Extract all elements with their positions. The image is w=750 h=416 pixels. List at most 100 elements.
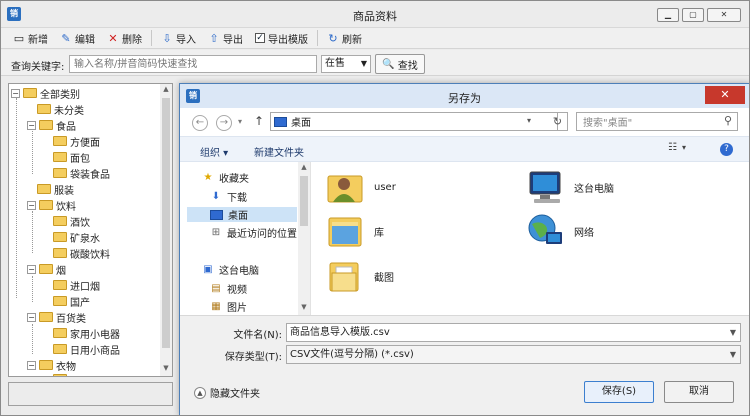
tree-item[interactable]: 未分类: [37, 102, 84, 117]
filetype-select[interactable]: CSV文件(逗号分隔) (*.csv) ▼: [286, 345, 741, 364]
tree-item[interactable]: 日用小商品: [53, 342, 120, 357]
collapse-icon[interactable]: −: [27, 360, 36, 370]
help-button[interactable]: ?: [720, 143, 733, 156]
collapse-icon[interactable]: −: [11, 88, 20, 98]
import-button[interactable]: ⇩ 导入: [155, 28, 202, 48]
scroll-up-icon[interactable]: ▲: [160, 85, 172, 93]
edit-button[interactable]: ✎ 编辑: [54, 28, 101, 48]
tree-item[interactable]: − 饮料: [27, 198, 76, 213]
main-window: 销 商品资料 ▁ ▢ ✕ ▭ 新增 ✎ 编辑 ✕ 删除 ⇩ 导入 ⇧ 导出 ✓ 导出模版 ↻…: [0, 0, 750, 416]
nav-item-downloads[interactable]: ⬇ 下载: [210, 189, 247, 205]
file-item-network[interactable]: 网络: [526, 212, 594, 250]
tree-item[interactable]: 进口烟: [53, 278, 100, 293]
find-button[interactable]: 🔍 查找: [375, 54, 425, 74]
maximize-button[interactable]: ▢: [682, 8, 704, 22]
tree-item[interactable]: 方便面: [53, 134, 100, 149]
tree-item[interactable]: 碳酸饮料: [53, 246, 110, 261]
search-input[interactable]: [69, 55, 317, 73]
folder-icon: [53, 296, 67, 306]
hide-folders-toggle[interactable]: ▲ 隐藏文件夹: [194, 385, 260, 400]
file-item-user[interactable]: user: [326, 168, 396, 206]
new-folder-button[interactable]: 新建文件夹: [254, 144, 304, 159]
tree-item[interactable]: 家用小电器: [53, 326, 120, 341]
tree-item[interactable]: − 烟: [27, 262, 66, 277]
new-button[interactable]: ▭ 新增: [7, 28, 54, 48]
folder-icon: [53, 280, 67, 290]
folder-icon: [39, 264, 53, 274]
folder-icon: [53, 168, 67, 178]
tree-item[interactable]: 面包: [53, 150, 90, 165]
up-button[interactable]: ↑: [254, 114, 264, 128]
history-dropdown[interactable]: ▾: [238, 117, 242, 126]
folder-icon: [39, 360, 53, 370]
nav-item-favorites[interactable]: ★ 收藏夹: [202, 170, 249, 186]
delete-x-icon: ✕: [108, 31, 118, 45]
folder-icon: [23, 88, 37, 98]
file-item-library[interactable]: 库: [326, 212, 384, 250]
view-options-button[interactable]: ☷ ▾: [668, 142, 686, 153]
scroll-down-icon[interactable]: ▼: [160, 364, 172, 372]
nav-item-desktop[interactable]: 桌面: [187, 207, 297, 222]
search-icon: ⚲: [723, 114, 732, 127]
scroll-thumb[interactable]: [300, 176, 308, 226]
close-button[interactable]: ✕: [707, 8, 741, 22]
back-button[interactable]: ←: [192, 115, 208, 131]
nav-item-this-pc[interactable]: ▣ 这台电脑: [202, 262, 259, 278]
nav-scrollbar[interactable]: ▲ ▼: [298, 162, 310, 315]
new-doc-icon: ▭: [13, 31, 25, 45]
tree-item[interactable]: − 食品: [27, 118, 76, 133]
chevron-up-icon: ▲: [194, 386, 206, 399]
scroll-up-icon[interactable]: ▲: [298, 163, 310, 171]
filename-input[interactable]: 商品信息导入模版.csv ▼: [286, 323, 741, 342]
filename-label: 文件名(N):: [233, 330, 282, 341]
recent-icon: ⊞: [211, 226, 221, 238]
refresh-button[interactable]: ↻ 刷新: [321, 28, 368, 48]
collapse-icon[interactable]: −: [27, 200, 36, 210]
status-select[interactable]: 在售 ▼: [321, 55, 371, 73]
search-icon: 🔍: [382, 58, 395, 70]
tree-item[interactable]: 服装: [37, 182, 74, 197]
export-template-button[interactable]: ✓ 导出模版: [249, 28, 314, 48]
forward-button[interactable]: →: [216, 115, 232, 131]
tree-scrollbar[interactable]: ▲ ▼: [160, 84, 172, 376]
folder-icon: [53, 136, 67, 146]
chevron-down-icon[interactable]: ▼: [730, 324, 736, 341]
folder-icon: [53, 232, 67, 242]
tree-item[interactable]: 袋装食品: [53, 166, 110, 181]
chevron-down-icon: ▼: [729, 350, 736, 359]
pencil-icon: ✎: [61, 31, 71, 45]
delete-button[interactable]: ✕ 删除: [101, 28, 148, 48]
refresh-button[interactable]: ↻: [548, 112, 568, 131]
checkbox-icon: ✓: [255, 33, 265, 43]
dialog-search-input[interactable]: 搜索"桌面" ⚲: [576, 112, 738, 131]
file-item-this-pc[interactable]: 这台电脑: [526, 168, 614, 206]
desktop-icon: [274, 116, 287, 127]
tree-item[interactable]: − 百货类: [27, 310, 86, 325]
tree-item[interactable]: 矿泉水: [53, 230, 100, 245]
chevron-down-icon: ▼: [360, 59, 367, 68]
scroll-thumb[interactable]: [162, 98, 170, 348]
collapse-icon[interactable]: −: [27, 120, 36, 130]
file-item-screenshots[interactable]: 截图: [326, 257, 394, 295]
chevron-down-icon[interactable]: ▾: [527, 116, 531, 125]
dialog-close-button[interactable]: ✕: [705, 86, 745, 104]
minimize-button[interactable]: ▁: [657, 8, 679, 22]
tree-item[interactable]: …: [53, 372, 80, 376]
nav-item-videos[interactable]: ▤ 视频: [210, 281, 247, 297]
scroll-down-icon[interactable]: ▼: [298, 303, 310, 311]
category-tree: − 全部类别 未分类 − 食品 方便面 面包 袋装食品 服装 − 饮料 酒饮 矿泉水 …: [8, 83, 173, 377]
arrow-left-icon: ←: [195, 117, 205, 128]
tree-item[interactable]: − 衣物: [27, 358, 76, 373]
tree-item[interactable]: 酒饮: [53, 214, 90, 229]
cancel-button[interactable]: 取消: [664, 381, 734, 403]
nav-item-recent[interactable]: ⊞ 最近访问的位置: [210, 225, 297, 241]
organize-button[interactable]: 组织 ▾: [200, 144, 228, 159]
address-bar[interactable]: 桌面 ▾: [270, 112, 558, 131]
tree-item[interactable]: − 全部类别: [11, 86, 80, 101]
save-button[interactable]: 保存(S): [584, 381, 654, 403]
nav-item-pictures[interactable]: ▦ 图片: [210, 299, 247, 315]
collapse-icon[interactable]: −: [27, 312, 36, 322]
export-button[interactable]: ⇧ 导出: [202, 28, 249, 48]
tree-item[interactable]: 国产: [53, 294, 90, 309]
collapse-icon[interactable]: −: [27, 264, 36, 274]
